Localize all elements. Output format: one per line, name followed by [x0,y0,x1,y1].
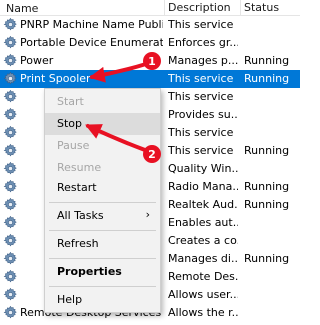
gear-icon [3,287,18,302]
menu-item-label: Refresh [57,237,99,250]
menu-item-restart[interactable]: Restart [45,177,160,199]
service-description: Provides su... [168,108,238,121]
menu-item-label: Restart [57,181,97,194]
gear-icon [3,35,18,50]
service-name: PNRP Machine Name Publi... [20,18,163,31]
column-header: ^ Name Description Status [0,0,300,16]
service-description: Radio Mana... [168,180,238,193]
menu-item-refresh[interactable]: Refresh [45,233,160,255]
service-description: Allows user... [168,288,238,301]
service-name: Portable Device Enumerator... [20,36,163,49]
service-status: Running [244,180,290,193]
service-description: Manages di... [168,252,238,265]
gear-icon [3,17,18,32]
service-row-print-spooler[interactable]: Print Spooler This service ... Running [0,70,300,88]
gear-icon [3,305,18,320]
sort-caret-icon: ^ [106,0,113,5]
service-row[interactable]: Power Manages p... Running [0,52,300,70]
service-description: Manages p... [168,54,238,67]
gear-icon [3,107,18,122]
column-status-header[interactable]: Status [240,0,279,16]
gear-icon [3,161,18,176]
menu-item-all-tasks[interactable]: All Tasks › [45,205,160,227]
menu-separator [49,286,156,287]
menu-item-label: Start [57,95,84,108]
gear-icon [3,251,18,266]
context-menu: Start Stop Pause Resume Restart All Task… [44,88,161,313]
gear-icon [3,125,18,140]
service-name: Print Spooler [20,72,91,85]
menu-item-pause[interactable]: Pause [45,135,160,157]
service-description: This service ... [168,90,238,103]
chevron-right-icon: › [145,208,150,221]
menu-item-help[interactable]: Help [45,289,160,311]
menu-item-label: Resume [57,161,102,174]
service-name: Power [20,54,54,67]
service-row[interactable]: Portable Device Enumerator... Enforces g… [0,34,300,52]
menu-item-stop[interactable]: Stop [45,113,160,135]
service-status: Running [244,144,290,157]
gear-icon [3,179,18,194]
service-description: Creates a co... [168,234,238,247]
service-description: This service ... [168,72,238,85]
service-row[interactable]: PNRP Machine Name Publi... This service … [0,16,300,34]
gear-icon [3,215,18,230]
menu-item-label: All Tasks [57,209,104,222]
gear-icon [3,71,18,86]
menu-item-resume[interactable]: Resume [45,157,160,179]
menu-item-start[interactable]: Start [45,91,160,113]
menu-separator [49,230,156,231]
gear-icon [3,197,18,212]
service-status: Running [244,54,290,67]
service-description: This service ... [168,126,238,139]
column-name-header[interactable]: Name [6,2,38,15]
service-description: Enables aut... [168,216,238,229]
menu-item-label: Pause [57,139,90,152]
menu-separator [49,202,156,203]
service-description: Quality Win... [168,162,238,175]
menu-item-properties[interactable]: Properties [45,261,160,283]
gear-icon [3,53,18,68]
menu-separator [49,258,156,259]
service-status: Running [244,198,290,211]
column-description-header[interactable]: Description [164,0,231,16]
menu-item-label: Help [57,293,83,306]
menu-item-label: Stop [57,117,83,130]
gear-icon [3,143,18,158]
service-status: Running [244,72,290,85]
service-description: Remote Des... [168,270,238,283]
service-description: Allows the r... [168,306,238,319]
service-description: This service ... [168,18,238,31]
menu-item-label: Properties [57,265,122,278]
gear-icon [3,269,18,284]
service-status: Running [244,252,290,265]
service-description: This service ... [168,144,238,157]
gear-icon [3,89,18,104]
service-description: Realtek Aud... [168,198,238,211]
service-description: Enforces gr... [168,36,238,49]
gear-icon [3,233,18,248]
